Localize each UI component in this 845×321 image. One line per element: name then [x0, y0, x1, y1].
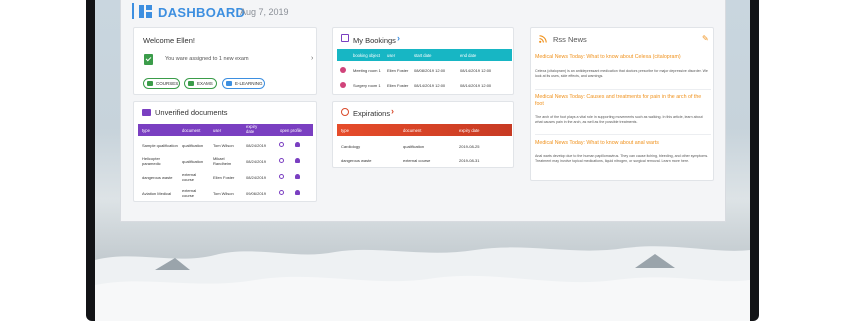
background-clouds	[95, 246, 750, 321]
page-title: DASHBOARD	[158, 5, 246, 20]
profile-icon[interactable]	[295, 174, 300, 179]
rss-title: Rss News	[553, 35, 587, 44]
unverified-documents-card: Unverified documents type document user …	[133, 101, 317, 202]
table-row[interactable]: Helicopter paramedic qualification Mikae…	[138, 155, 313, 168]
table-row[interactable]: Surgery room 1 Ellen Foster 08/14/2019 1…	[337, 79, 512, 92]
pencil-icon[interactable]: ✎	[702, 34, 709, 43]
news-headline[interactable]: Medical News Today: Causes and treatment…	[535, 94, 711, 107]
welcome-card: Welcome Ellen! You ware assigned to 1 ne…	[133, 27, 317, 95]
chevron-right-icon[interactable]: ›	[311, 55, 313, 62]
exams-icon	[188, 81, 194, 86]
verify-icon[interactable]	[279, 174, 284, 179]
elearning-icon	[226, 81, 232, 86]
header-accent-bar	[132, 3, 134, 19]
chevron-right-icon[interactable]: ›	[391, 106, 394, 116]
welcome-title: Welcome Ellen!	[143, 36, 195, 45]
bookings-card: My Bookings › booking object user start …	[332, 27, 514, 95]
calendar-icon	[341, 34, 349, 42]
news-headline[interactable]: Medical News Today: What to know about C…	[535, 54, 711, 61]
news-divider	[535, 89, 711, 90]
assignment-text[interactable]: You ware assigned to 1 new exam	[165, 56, 249, 62]
unverified-table-header: type document user expiry date open prof…	[138, 124, 313, 136]
booking-status-dot	[340, 67, 346, 73]
chevron-right-icon[interactable]: ›	[397, 33, 400, 43]
expirations-table-header: type document expiry date	[337, 124, 512, 136]
expirations-card: Expirations › type document expiry date …	[332, 101, 514, 168]
exams-chip[interactable]: EXAMS	[184, 78, 217, 89]
rss-news-card: Rss News ✎ Medical News Today: What to k…	[530, 27, 714, 181]
profile-icon[interactable]	[295, 190, 300, 195]
elearning-chip[interactable]: E-LEARNING	[222, 78, 265, 89]
bookings-table-header: booking object user start date end date	[337, 49, 512, 61]
page-date: Aug 7, 2019	[240, 7, 289, 17]
bookings-title: My Bookings	[353, 36, 396, 45]
rss-icon	[539, 35, 547, 43]
booking-status-dot	[340, 82, 346, 88]
verify-icon[interactable]	[279, 142, 284, 147]
news-headline[interactable]: Medical News Today: What to know about a…	[535, 140, 711, 147]
table-row[interactable]: dangerous waste external course 2019-08-…	[337, 154, 512, 167]
courses-icon	[147, 81, 153, 86]
expirations-title: Expirations	[353, 109, 391, 118]
news-body: Anal warts develop due to the human papi…	[535, 154, 709, 163]
news-divider	[535, 134, 711, 135]
clock-icon	[341, 108, 349, 116]
dashboard-header: DASHBOARD Aug 7, 2019	[121, 0, 727, 24]
dashboard-panel: DASHBOARD Aug 7, 2019 Welcome Ellen! You…	[120, 0, 726, 222]
profile-icon[interactable]	[295, 158, 300, 163]
table-row[interactable]: dangerous waste external course Ellen Fo…	[138, 171, 313, 184]
news-body: Celexa (citalopram) is an antidepressant…	[535, 69, 708, 78]
screen: DASHBOARD Aug 7, 2019 Welcome Ellen! You…	[95, 0, 750, 321]
folder-icon	[142, 109, 151, 116]
profile-icon[interactable]	[295, 142, 300, 147]
verify-icon[interactable]	[279, 190, 284, 195]
table-row[interactable]: Sample qualification qualification Tom W…	[138, 139, 313, 152]
table-row[interactable]: Cardiology qualification 2019-08-25	[337, 140, 512, 153]
table-row[interactable]: Aviation Medical external course Tom Wil…	[138, 187, 313, 200]
assignment-icon	[144, 54, 153, 65]
dashboard-icon	[139, 5, 152, 18]
courses-chip[interactable]: COURSES	[143, 78, 180, 89]
verify-icon[interactable]	[279, 158, 284, 163]
table-row[interactable]: Meeting room 1 Ellen Foster 08/08/2019 1…	[337, 64, 512, 77]
news-body: The arch of the foot plays a vital role …	[535, 115, 703, 124]
unverified-title: Unverified documents	[155, 108, 228, 117]
